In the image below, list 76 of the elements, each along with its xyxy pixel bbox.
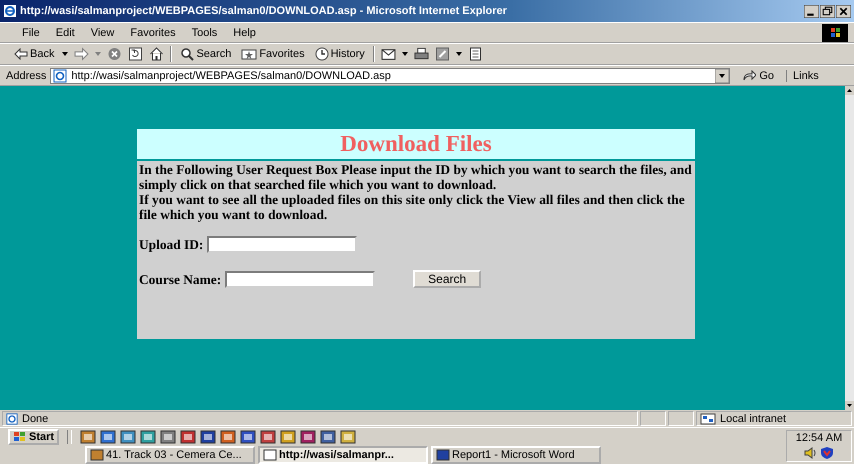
status-text: Done — [22, 412, 48, 424]
links-button[interactable]: Links — [786, 70, 819, 82]
program-icon[interactable] — [200, 429, 216, 445]
favorites-button[interactable]: Favorites — [239, 48, 307, 60]
program-icon[interactable] — [260, 429, 276, 445]
restore-icon[interactable] — [820, 4, 835, 18]
program-icon[interactable] — [220, 429, 236, 445]
start-button[interactable]: Start — [8, 429, 60, 445]
back-arrow-icon — [14, 48, 28, 60]
star-folder-icon — [241, 48, 258, 60]
scroll-up-icon[interactable] — [845, 86, 854, 95]
clock: 12:54 AM — [796, 432, 842, 444]
input-field[interactable] — [207, 236, 358, 253]
envelope-icon[interactable] — [380, 47, 396, 61]
page-heading: Download Files — [137, 129, 695, 161]
zone-text: Local intranet — [720, 412, 786, 424]
window-title: http://wasi/salmanproject/WEBPAGES/salman0/DOWNLOAD.asp - Microsoft Internet Explorer — [20, 5, 507, 17]
instruction-text: In the Following User Request Box Please input the ID by which you want to search the files, and simply click on that searched file which you want to download. — [139, 162, 693, 192]
search-button[interactable]: Search — [413, 270, 482, 288]
scroll-down-icon[interactable] — [845, 401, 854, 410]
program-icon[interactable] — [280, 429, 296, 445]
close-icon[interactable] — [836, 4, 851, 18]
program-icon[interactable] — [140, 429, 156, 445]
address-label: Address — [6, 70, 46, 82]
program-icon[interactable] — [180, 429, 196, 445]
menu-item[interactable]: Favorites — [122, 26, 184, 38]
search-toolbar-button[interactable]: Search — [178, 47, 234, 61]
forward-arrow-icon[interactable] — [74, 47, 90, 61]
taskbar-button[interactable]: Report1 - Microsoft Word — [431, 446, 601, 464]
browser-icon — [3, 4, 17, 18]
program-icon — [436, 449, 450, 461]
taskbar-button[interactable]: http://wasi/salmanpr... — [258, 446, 428, 464]
back-button[interactable]: Back — [12, 48, 56, 60]
windows-logo-icon — [822, 24, 848, 42]
instruction-text: If you want to see all the uploaded files on this site only click the View all files and then click the file which you want to download. — [139, 192, 686, 222]
go-button[interactable]: Go — [734, 70, 782, 82]
go-arrow-icon — [742, 70, 756, 82]
refresh-icon[interactable] — [128, 47, 144, 61]
scrollbar[interactable] — [845, 86, 854, 410]
field-label: Course Name: — [139, 272, 222, 286]
program-icon[interactable] — [120, 429, 136, 445]
field-label: Upload ID: — [139, 237, 204, 252]
program-icon — [90, 449, 104, 461]
program-icon[interactable] — [240, 429, 256, 445]
caret-icon[interactable] — [456, 52, 462, 56]
input-field[interactable] — [225, 270, 376, 288]
program-icon[interactable] — [80, 429, 96, 445]
caret-icon[interactable] — [62, 52, 68, 56]
document-icon[interactable] — [468, 47, 483, 61]
menu-item[interactable]: Help — [225, 26, 264, 38]
edit-icon[interactable] — [434, 47, 450, 61]
program-icon[interactable] — [320, 429, 336, 445]
dropdown-arrow-icon[interactable] — [715, 68, 730, 82]
home-icon[interactable] — [149, 47, 164, 61]
page-icon — [53, 68, 68, 82]
program-icon — [263, 449, 277, 461]
menu-item[interactable]: Tools — [184, 26, 226, 38]
caret-icon[interactable] — [402, 52, 408, 56]
program-icon[interactable] — [100, 429, 116, 445]
history-button[interactable]: History — [312, 47, 367, 61]
taskbar-button[interactable]: 41. Track 03 - Cemera Ce... — [85, 446, 255, 464]
printer-icon[interactable] — [414, 47, 429, 61]
shield-icon[interactable] — [820, 446, 834, 460]
windows-flag-icon — [13, 431, 27, 443]
clock-icon — [314, 47, 329, 61]
address-field[interactable]: http://wasi/salmanproject/WEBPAGES/salman0/DOWNLOAD.asp — [50, 68, 730, 84]
menu-item[interactable]: Edit — [48, 26, 83, 38]
search-icon — [180, 47, 194, 61]
program-icon[interactable] — [160, 429, 176, 445]
program-icon[interactable] — [300, 429, 316, 445]
minimize-icon[interactable] — [804, 4, 819, 18]
program-icon[interactable] — [340, 429, 356, 445]
menu-item[interactable]: View — [82, 26, 122, 38]
menu-item[interactable]: File — [14, 26, 48, 38]
stop-icon[interactable] — [107, 47, 122, 61]
speaker-icon[interactable] — [804, 446, 818, 460]
